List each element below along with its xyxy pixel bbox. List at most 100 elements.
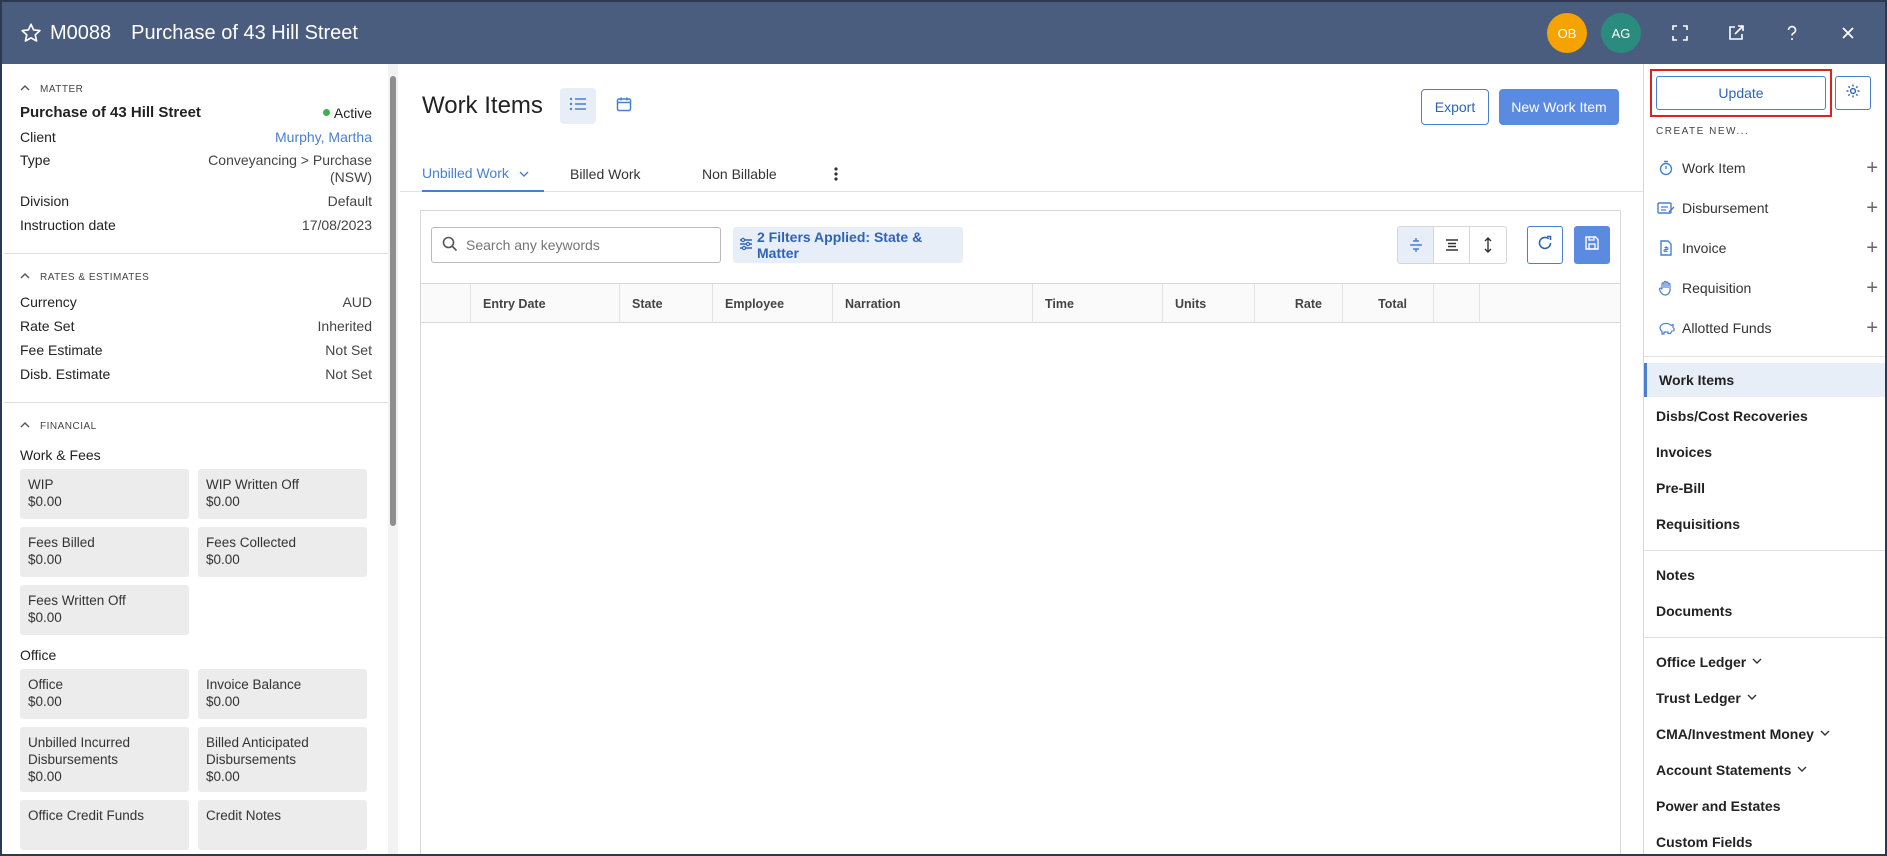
close-icon[interactable] [1831,16,1865,50]
settings-button[interactable] [1835,76,1871,110]
star-icon[interactable] [18,20,44,46]
avatar-ag[interactable]: AG [1601,13,1641,53]
field-value: Not Set [325,366,372,382]
create-item-label: Work Item [1682,160,1746,176]
refresh-button[interactable] [1527,226,1563,264]
help-icon[interactable] [1775,16,1809,50]
filters-applied-button[interactable]: 2 Filters Applied: State & Matter [733,227,963,263]
field-value: AUD [342,294,372,310]
nav-cma-investment-money[interactable]: CMA/Investment Money [1644,717,1885,751]
divider [4,402,388,403]
column-header-state[interactable]: State [620,284,713,323]
select-column-header[interactable] [421,284,471,323]
calendar-icon [616,96,632,117]
calendar-view-button[interactable] [606,88,642,124]
section-label: FINANCIAL [40,420,97,432]
work-fees-tiles: WIP $0.00 WIP Written Off $0.00 Fees Bil… [20,469,372,635]
column-header-total[interactable]: Total [1343,284,1434,323]
nav-work-items[interactable]: Work Items [1644,363,1885,397]
tile-label: Fees Collected [206,535,297,550]
export-button[interactable]: Export [1421,89,1489,125]
normal-density-button[interactable] [1434,227,1470,263]
column-header-narration[interactable]: Narration [833,284,1033,323]
tab-billed-work[interactable]: Billed Work [570,156,641,192]
list-view-button[interactable] [560,88,596,124]
nav-office-ledger[interactable]: Office Ledger [1644,645,1885,679]
column-header-entry-date[interactable]: Entry Date [471,284,620,323]
column-header-units[interactable]: Units [1163,284,1255,323]
scrollbar-thumb[interactable] [390,76,396,526]
divider [4,253,388,254]
nav-account-statements[interactable]: Account Statements [1644,753,1885,787]
nav-power-and-estates[interactable]: Power and Estates [1644,789,1885,823]
column-header-time[interactable]: Time [1033,284,1163,323]
update-button[interactable]: Update [1656,76,1826,110]
status-dot [322,109,330,116]
left-panel-scrollbar[interactable] [388,64,398,854]
new-work-item-button[interactable]: New Work Item [1499,89,1619,125]
search-icon [442,236,458,255]
avatar-ob[interactable]: OB [1547,13,1587,53]
expand-rows-button[interactable] [1470,227,1506,263]
wip-tile: WIP $0.00 [20,469,189,519]
nav-requisitions[interactable]: Requisitions [1644,507,1885,541]
unbilled-incurred-tile: Unbilled Incurred Disbursements $0.00 [20,727,189,792]
create-requisition[interactable]: Requisition + [1656,273,1878,303]
tab-unbilled-work[interactable]: Unbilled Work [422,156,544,192]
tile-label: Unbilled Incurred Disbursements [28,735,131,767]
save-layout-button[interactable] [1574,226,1610,264]
search-box[interactable] [431,227,721,263]
fees-collected-tile: Fees Collected $0.00 [198,527,367,577]
chevron-down-icon [1820,728,1830,740]
rate-set-row: Rate Set Inherited [20,314,372,338]
create-disbursement[interactable]: Disbursement + [1656,193,1878,223]
nav-custom-fields[interactable]: Custom Fields [1644,825,1885,854]
plus-icon[interactable]: + [1866,277,1878,300]
type-value: Conveyancing > Purchase (NSW) [208,152,372,185]
nav-notes[interactable]: Notes [1644,558,1885,592]
piggy-bank-icon [1656,318,1676,338]
plus-icon[interactable]: + [1866,157,1878,180]
right-actions-panel: Update CREATE NEW... Work Item + Disburs… [1643,64,1885,854]
tile-value: $0.00 [28,769,62,784]
status-badge: Active [322,105,372,121]
matter-section-header[interactable]: MATTER [20,80,372,98]
plus-icon[interactable]: + [1866,317,1878,340]
fees-billed-tile: Fees Billed $0.00 [20,527,189,577]
tile-label: Billed Anticipated Disbursements [206,735,309,767]
search-input[interactable] [466,237,706,253]
tile-value: $0.00 [28,494,62,509]
fullscreen-icon[interactable] [1663,16,1697,50]
nav-documents[interactable]: Documents [1644,594,1885,628]
nav-disbs-cost-recoveries[interactable]: Disbs/Cost Recoveries [1644,399,1885,433]
more-options-icon[interactable] [826,156,846,192]
financial-section-header[interactable]: FINANCIAL [20,417,372,435]
client-link[interactable]: Murphy, Martha [275,125,372,149]
matter-details-panel: MATTER Purchase of 43 Hill Street Active… [4,64,388,854]
create-invoice[interactable]: Invoice + [1656,233,1878,263]
tile-value: $0.00 [28,610,62,625]
chevron-down-icon [1747,692,1757,704]
tile-value: $0.00 [206,494,240,509]
field-value: Inherited [317,318,372,334]
column-header-rate[interactable]: Rate [1255,284,1343,323]
column-header-employee[interactable]: Employee [713,284,833,323]
plus-icon[interactable]: + [1866,197,1878,220]
create-allotted-funds[interactable]: Allotted Funds + [1656,313,1878,343]
field-value: Not Set [325,342,372,358]
tab-non-billable[interactable]: Non Billable [702,156,777,192]
matter-code: M0088 [50,21,112,44]
plus-icon[interactable]: + [1866,237,1878,260]
nav-pre-bill[interactable]: Pre-Bill [1644,471,1885,505]
nav-invoices[interactable]: Invoices [1644,435,1885,469]
compact-density-button[interactable] [1398,227,1434,263]
divider [1644,550,1885,551]
external-link-icon[interactable] [1719,16,1753,50]
create-work-item[interactable]: Work Item + [1656,153,1878,183]
tile-value: $0.00 [206,694,240,709]
rates-section-header[interactable]: RATES & ESTIMATES [20,268,372,286]
division-row: Division Default [20,189,372,213]
app-window: M0088 Purchase of 43 Hill Street OB AG M… [0,0,1887,856]
nav-trust-ledger[interactable]: Trust Ledger [1644,681,1885,715]
field-label: Type [20,152,51,168]
